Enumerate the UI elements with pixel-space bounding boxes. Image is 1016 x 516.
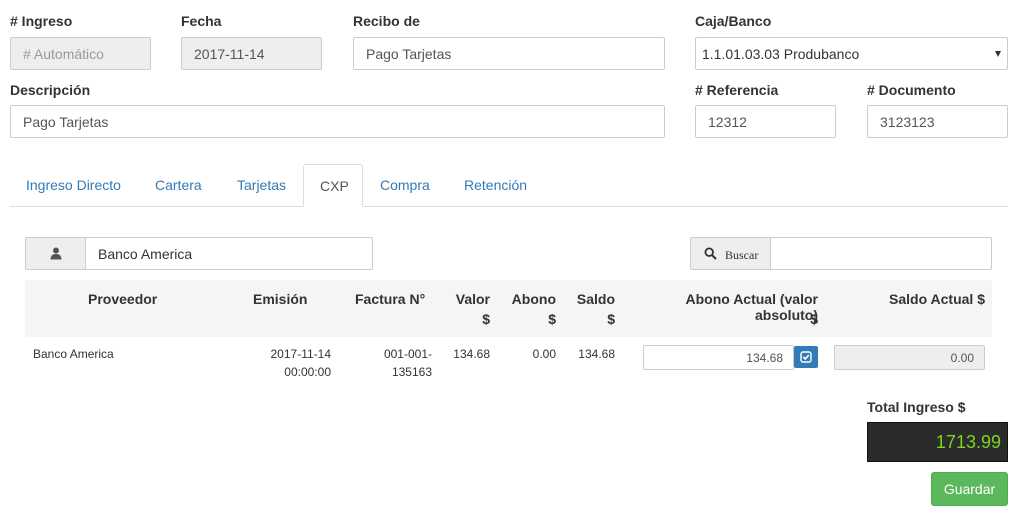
saldo-actual-value: 0.00 [950,350,974,365]
search-icon [704,247,717,260]
buscar-addon[interactable]: Buscar [690,237,771,270]
th-saldo-actual: Saldo Actual $ [889,291,985,307]
proveedor-addon [25,237,86,270]
th-factura: Factura N° [355,291,426,307]
cell-proveedor: Banco America [33,347,114,361]
tab-cxp[interactable]: CXP [303,164,363,207]
tab-bar: Ingreso Directo Cartera Tarjetas CXP Com… [10,164,1008,207]
cell-saldo: 134.68 [578,347,615,361]
cell-abono: 0.00 [532,347,556,361]
tab-compra[interactable]: Compra [364,164,446,206]
buscar-input[interactable] [770,237,992,270]
referencia-value: 12312 [708,113,747,130]
abono-actual-value: 134.68 [746,350,783,365]
recibo-label: Recibo de [353,13,420,29]
th-valor: Valor [455,291,490,307]
th-saldo: Saldo [576,291,615,307]
recibo-input[interactable]: Pago Tarjetas [353,37,665,70]
th-valor-unit: $ [482,311,490,327]
fecha-label: Fecha [181,13,222,29]
user-icon [50,247,61,260]
descripcion-input[interactable]: Pago Tarjetas [10,105,665,138]
fecha-value: 2017-11-14 [194,45,265,62]
total-value: 1713.99 [935,431,1001,452]
saldo-actual-input[interactable]: 0.00 [834,345,985,370]
total-label: Total Ingreso $ [867,399,966,415]
proveedor-search-input[interactable]: Banco America [85,237,373,270]
referencia-input[interactable]: 12312 [695,105,836,138]
save-button[interactable]: Guardar [931,472,1008,506]
referencia-label: # Referencia [695,82,779,98]
th-proveedor: Proveedor [88,291,158,307]
cell-factura-2: 135163 [391,365,432,379]
total-display: 1713.99 [867,422,1008,462]
documento-label: # Documento [867,82,956,98]
descripcion-value: Pago Tarjetas [23,113,109,130]
tab-ingreso-directo[interactable]: Ingreso Directo [10,164,137,206]
caja-value: 1.1.01.03.03 Produbanco [702,45,860,62]
cell-factura-1: 001-001- [383,347,432,361]
caja-select[interactable]: 1.1.01.03.03 Produbanco [695,37,1008,70]
th-saldo-unit: $ [607,311,615,327]
proveedor-value: Banco America [98,245,193,262]
apply-abono-button[interactable] [794,346,818,368]
caja-label: Caja/Banco [695,13,772,29]
documento-value: 3123123 [880,113,935,130]
th-abono: Abono [511,291,556,307]
chevron-down-icon [995,50,1001,57]
th-abono-unit: $ [548,311,556,327]
documento-input[interactable]: 3123123 [867,105,1008,138]
tab-cartera[interactable]: Cartera [139,164,218,206]
cell-emision-time: 00:00:00 [284,365,331,379]
check-square-icon [800,351,812,363]
th-emision: Emisión [253,291,308,307]
buscar-label: Buscar [725,247,759,262]
table-header [25,280,992,337]
ingreso-label: # Ingreso [10,13,73,29]
cell-valor: 134.68 [453,347,490,361]
ingreso-input[interactable]: # Automático [10,37,151,70]
recibo-value: Pago Tarjetas [366,45,452,62]
descripcion-label: Descripción [10,82,91,98]
fecha-input[interactable]: 2017-11-14 [181,37,322,70]
cell-emision-date: 2017-11-14 [270,347,332,361]
tab-tarjetas[interactable]: Tarjetas [221,164,302,206]
ingreso-placeholder: # Automático [23,45,104,62]
th-abono-actual-unit: $ [810,311,818,327]
tab-retencion[interactable]: Retención [448,164,543,206]
abono-actual-input[interactable]: 134.68 [643,345,794,370]
